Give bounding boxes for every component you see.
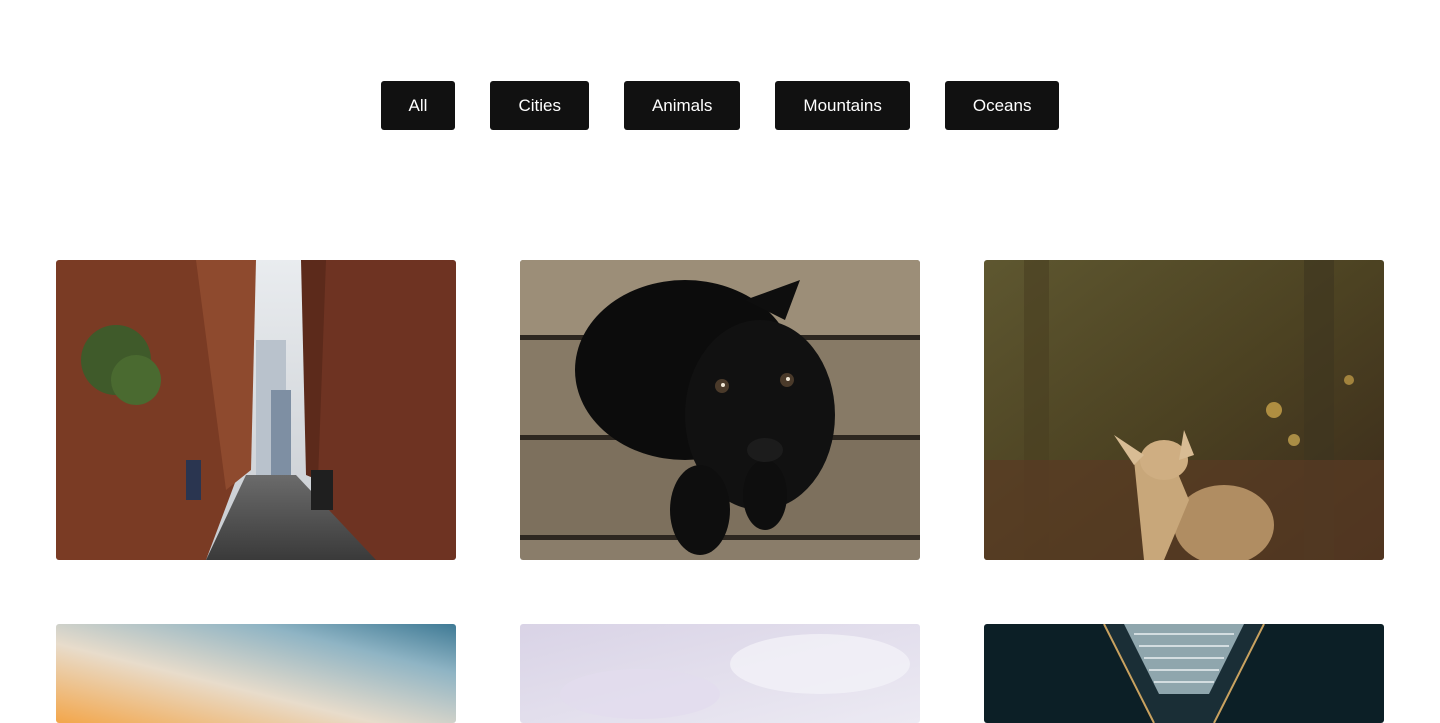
gallery-page: All Cities Animals Mountains Oceans	[0, 0, 1440, 723]
filter-button-cities[interactable]: Cities	[490, 81, 589, 130]
gallery-image-sunset[interactable]	[56, 624, 456, 723]
glass-ceiling-photo	[984, 624, 1384, 723]
deer-photo	[984, 260, 1384, 560]
brick-alley-photo	[56, 260, 456, 560]
filter-button-mountains[interactable]: Mountains	[775, 81, 910, 130]
filter-bar: All Cities Animals Mountains Oceans	[0, 81, 1440, 130]
gallery-image-alley[interactable]	[56, 260, 456, 560]
filter-button-oceans[interactable]: Oceans	[944, 81, 1060, 130]
black-puppy-photo	[520, 260, 920, 560]
filter-button-animals[interactable]: Animals	[623, 81, 741, 130]
gallery-image-puppy[interactable]	[520, 260, 920, 560]
gallery-image-glass-ceiling[interactable]	[984, 624, 1384, 723]
sunset-sky-photo	[56, 624, 456, 723]
gallery-image-clouds[interactable]	[520, 624, 920, 723]
gallery-image-deer[interactable]	[984, 260, 1384, 560]
filter-button-all[interactable]: All	[380, 81, 456, 130]
cloudy-sky-photo	[520, 624, 920, 723]
